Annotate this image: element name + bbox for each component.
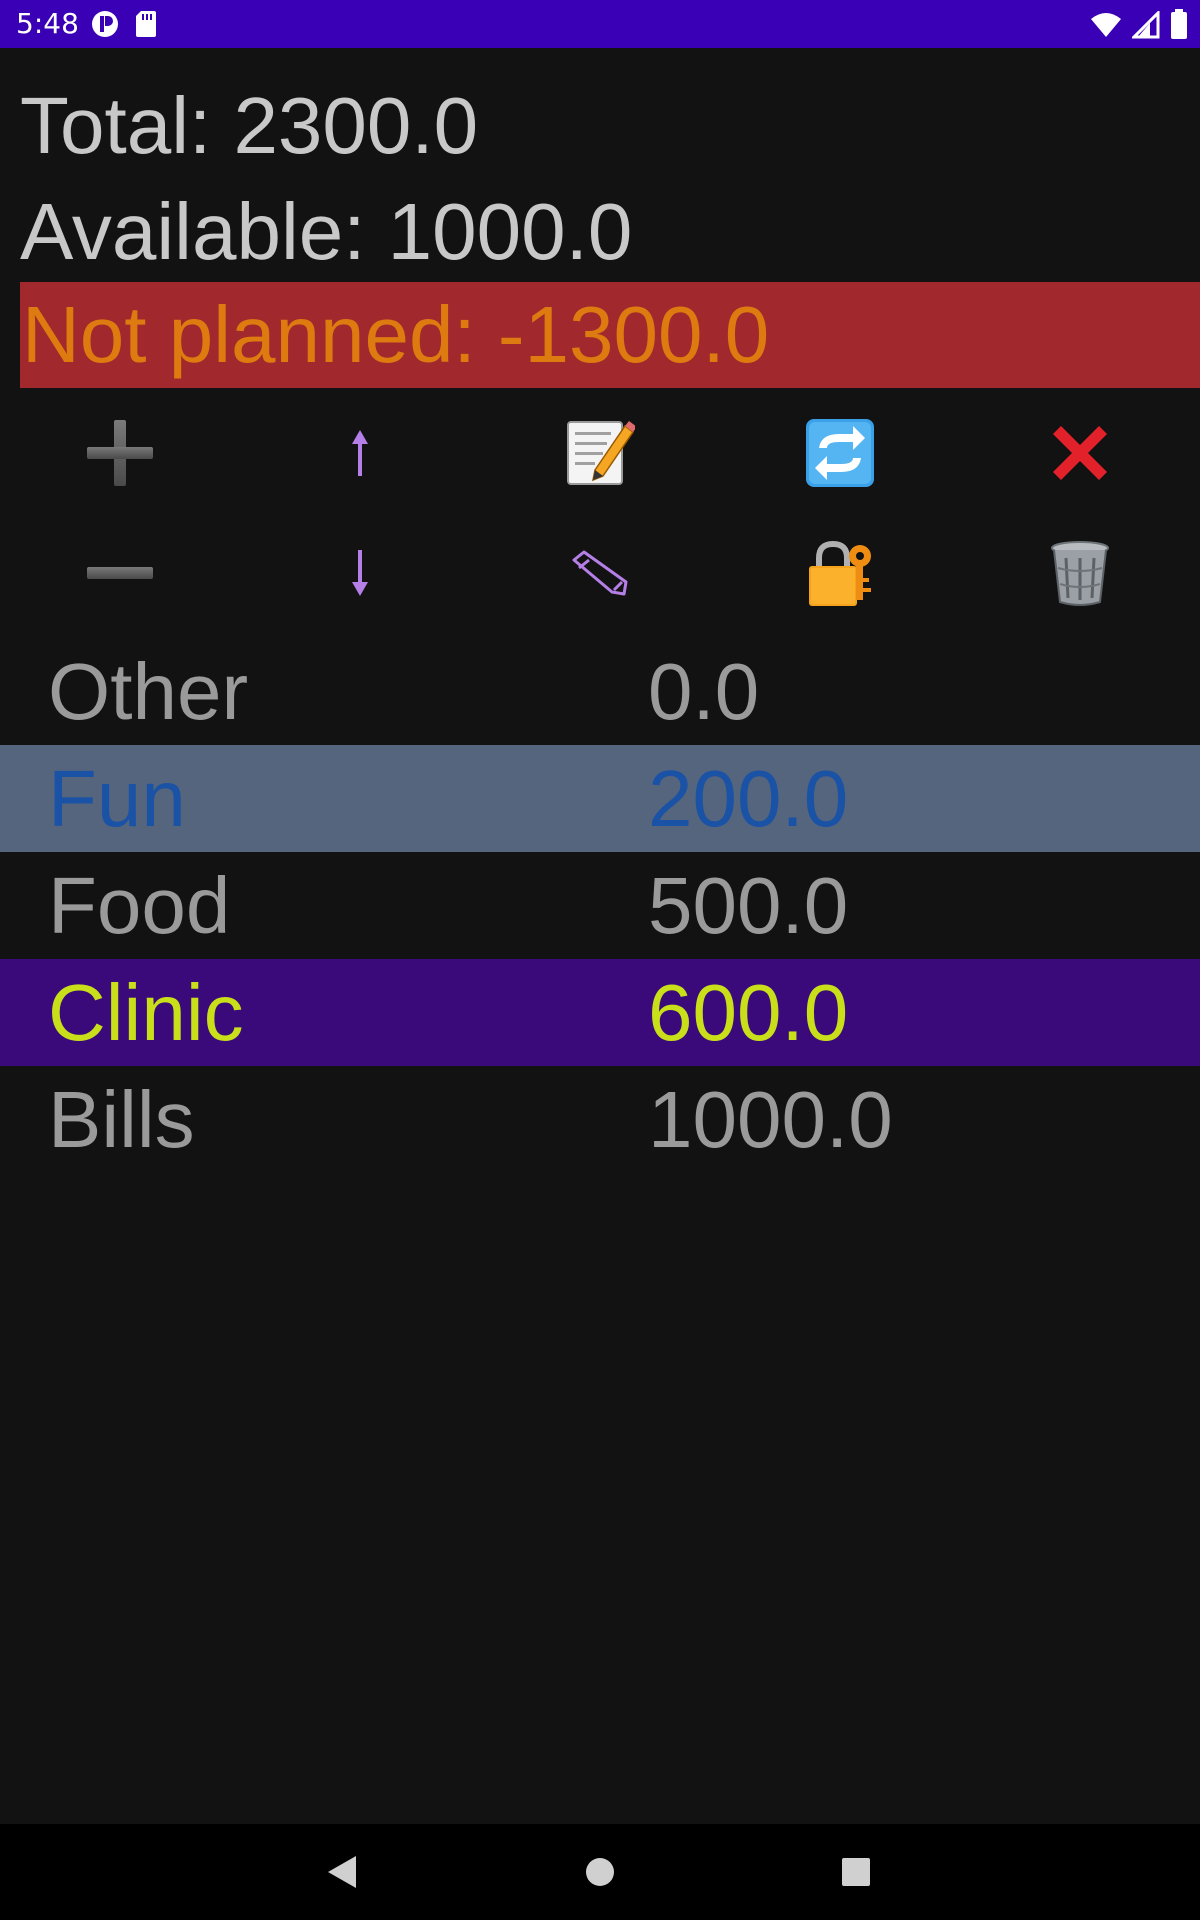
cross-icon (1053, 426, 1107, 480)
total-label: Total: 2300.0 (20, 81, 479, 170)
category-name: Fun (48, 754, 186, 843)
category-list: Other 0.0 Fun 200.0 Food 500.0 Clinic 60… (0, 638, 1200, 1173)
home-button[interactable] (570, 1842, 630, 1902)
not-planned-label: Not planned: -1300.0 (22, 290, 770, 379)
signal-icon (1130, 9, 1160, 44)
minus-icon (87, 567, 153, 579)
back-button[interactable] (312, 1842, 372, 1902)
close-button[interactable] (1025, 403, 1135, 503)
category-amount: 1000.0 (648, 1075, 893, 1164)
home-icon (586, 1858, 614, 1886)
arrow-up-icon (352, 430, 368, 476)
sd-card-icon (134, 9, 158, 44)
refresh-icon (806, 419, 874, 487)
remove-button[interactable] (65, 523, 175, 623)
notification-app-icon (90, 9, 120, 44)
category-amount: 0.0 (648, 647, 760, 736)
available-label: Available: 1000.0 (20, 187, 633, 276)
category-amount: 600.0 (648, 968, 849, 1057)
navigation-bar (0, 1824, 1200, 1920)
delete-button[interactable] (1025, 523, 1135, 623)
category-amount: 500.0 (648, 861, 849, 950)
lock-button[interactable] (785, 523, 895, 623)
budget-screen: 5:48 Total: 2300.0 Available: 1000.0 Not… (0, 0, 1200, 1920)
move-down-button[interactable] (305, 523, 415, 623)
rename-button[interactable] (545, 523, 655, 623)
wifi-icon (1090, 11, 1122, 44)
recents-icon (842, 1858, 870, 1886)
memo-icon (567, 421, 635, 485)
status-bar: 5:48 (0, 0, 1200, 48)
category-row-bills[interactable]: Bills 1000.0 (0, 1066, 1200, 1173)
add-button[interactable] (65, 403, 175, 503)
refresh-button[interactable] (785, 403, 895, 503)
category-amount: 200.0 (648, 754, 849, 843)
trash-icon (1051, 541, 1109, 606)
category-name: Clinic (48, 968, 244, 1057)
lock-key-icon (809, 540, 871, 606)
category-row-clinic[interactable]: Clinic 600.0 (0, 959, 1200, 1066)
category-row-other[interactable]: Other 0.0 (0, 638, 1200, 745)
category-row-food[interactable]: Food 500.0 (0, 852, 1200, 959)
edit-button[interactable] (545, 403, 655, 503)
category-name: Bills (48, 1075, 195, 1164)
plus-icon (87, 420, 153, 486)
arrow-down-icon (352, 550, 368, 596)
not-planned-banner: Not planned: -1300.0 (20, 282, 1200, 388)
recents-button[interactable] (826, 1842, 886, 1902)
category-row-fun[interactable]: Fun 200.0 (0, 745, 1200, 852)
category-name: Food (48, 861, 231, 950)
back-icon (328, 1856, 356, 1888)
battery-icon (1170, 9, 1188, 44)
pencil-icon (572, 550, 628, 596)
category-name: Other (48, 647, 249, 736)
status-time: 5:48 (16, 7, 79, 40)
move-up-button[interactable] (305, 403, 415, 503)
